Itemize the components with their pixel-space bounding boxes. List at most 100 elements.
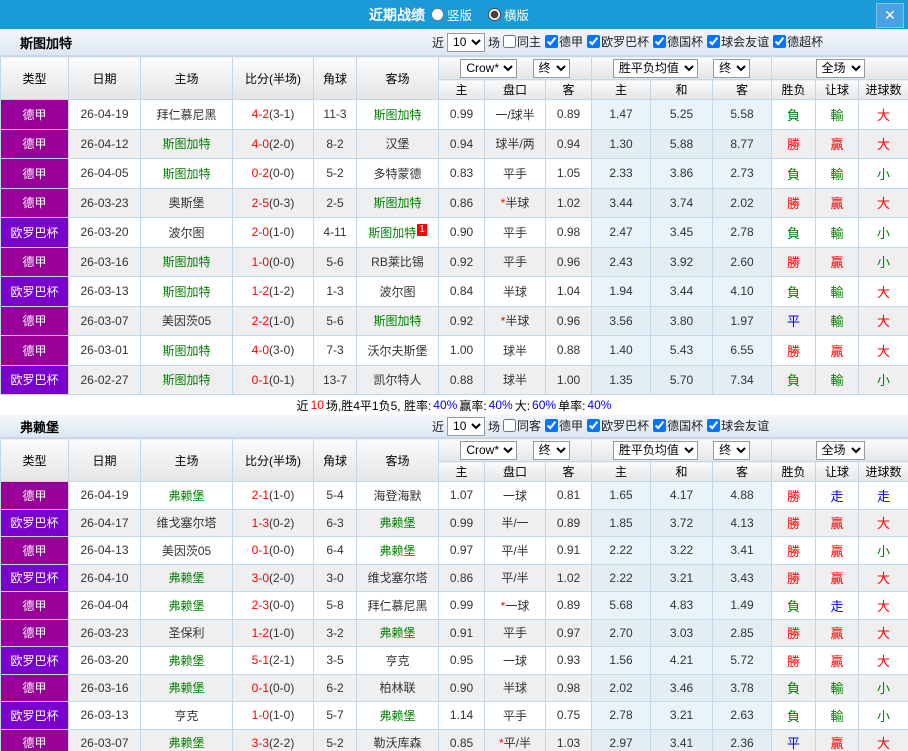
league-filter-checkbox[interactable] <box>545 419 559 432</box>
eu-away-odds: 5.58 <box>711 99 773 130</box>
col-type: 类型 <box>0 438 69 482</box>
away-team: 凯尔特人 <box>356 364 439 395</box>
recent-suffix-label: 场 <box>488 35 501 50</box>
asia-home-odds: 0.99 <box>438 508 485 537</box>
same-venue-checkbox[interactable] <box>503 35 517 48</box>
vertical-layout-radio-label[interactable]: 竖版 <box>425 5 472 24</box>
score: 0-2(0-0) <box>232 158 314 189</box>
scope-select[interactable]: 全场 <box>815 440 865 460</box>
score: 2-0(1-0) <box>232 217 314 248</box>
europe-odds-select[interactable]: 胜平负均值 <box>612 58 698 78</box>
result-winlose: 勝 <box>771 646 817 675</box>
same-venue-checkbox-label[interactable]: 同客 <box>500 417 541 434</box>
league-filter-checkbox[interactable] <box>653 419 667 432</box>
league-filter-checkbox-label[interactable]: 欧罗巴杯 <box>584 417 649 434</box>
match-row: 德甲 26-04-19 弗赖堡 2-1(1-0) 5-4 海登海默 1.07 一球 0.81 1.… <box>0 481 908 510</box>
card-badge: 1 <box>417 223 427 236</box>
league-badge: 德甲 <box>0 246 69 277</box>
summary-text: 单率: <box>558 398 586 413</box>
eu-away-odds: 3.78 <box>711 673 773 702</box>
score: 3-0(2-0) <box>232 563 314 592</box>
league-filter-checkbox-label[interactable]: 德甲 <box>542 417 583 434</box>
asia-home-odds: 0.99 <box>438 99 485 130</box>
eu-home-odds: 2.78 <box>591 701 651 730</box>
stuttgart-rows: 德甲 26-04-19 拜仁慕尼黑 4-2(3-1) 11-3 斯图加特 0.99 一/球半 0… <box>0 99 908 395</box>
checkbox-label: 同客 <box>517 419 542 433</box>
asia-odds-group: Crow* 终 <box>438 56 592 80</box>
recent-count-select[interactable]: 10 <box>447 32 486 52</box>
horizontal-layout-radio-label[interactable]: 横版 <box>482 5 529 24</box>
match-row: 德甲 26-04-19 拜仁慕尼黑 4-2(3-1) 11-3 斯图加特 0.99 一/球半 0… <box>0 99 908 130</box>
final-odds-select-2[interactable]: 终 <box>713 58 751 78</box>
scope-select[interactable]: 全场 <box>815 58 865 78</box>
asia-home-odds: 0.92 <box>438 246 485 277</box>
handicap: 平手 <box>484 158 546 189</box>
horizontal-layout-radio[interactable] <box>488 8 501 21</box>
final-odds-select-2[interactable]: 终 <box>713 440 751 460</box>
league-filter-checkbox-label[interactable]: 欧罗巴杯 <box>584 33 649 50</box>
europe-odds-group: 胜平负均值 终 <box>590 438 773 462</box>
score: 0-1(0-1) <box>232 364 314 395</box>
match-row: 德甲 26-04-05 斯图加特 0-2(0-0) 5-2 多特蒙德 0.83 平手 1.05 2… <box>0 158 908 189</box>
europe-odds-select[interactable]: 胜平负均值 <box>612 440 698 460</box>
league-filter-checkbox[interactable] <box>587 35 601 48</box>
eu-home-odds: 1.30 <box>591 128 651 159</box>
league-filter-checkbox[interactable] <box>773 35 787 48</box>
summary-text: 60% <box>532 398 557 412</box>
eu-away-odds: 2.63 <box>711 701 773 730</box>
score: 1-2(1-0) <box>232 618 314 647</box>
eu-away-odds: 2.78 <box>711 217 773 248</box>
match-row: 欧罗巴杯 26-03-20 弗赖堡 5-1(2-1) 3-5 亨克 0.95 一球 0.93 1.… <box>0 646 908 675</box>
match-row: 德甲 26-04-12 斯图加特 4-0(2-0) 8-2 汉堡 0.94 球半/两 0.94 1… <box>0 128 908 159</box>
league-filter-checkbox-label[interactable]: 德国杯 <box>650 417 703 434</box>
section-bar-freiburg: 弗赖堡 近 10 场 同客 德甲 欧罗巴杯 德国杯 球会友谊 <box>0 415 908 438</box>
col-home: 主场 <box>140 438 233 482</box>
same-venue-checkbox-label[interactable]: 同主 <box>500 33 541 50</box>
home-team: 弗赖堡 <box>140 673 233 702</box>
result-winlose: 勝 <box>771 536 817 565</box>
match-date: 26-04-19 <box>68 481 141 510</box>
vertical-layout-radio[interactable] <box>430 8 444 21</box>
home-team: 美因茨05 <box>140 536 233 565</box>
result-goals: 大 <box>858 563 908 592</box>
corners: 6-4 <box>313 536 357 565</box>
score: 0-1(0-0) <box>232 536 314 565</box>
result-handicap: 輸 <box>815 305 860 336</box>
league-filter-checkbox-label[interactable]: 球会友谊 <box>704 417 769 434</box>
handicap: 球半/两 <box>484 128 546 159</box>
league-filter-checkbox-label[interactable]: 德甲 <box>542 33 583 50</box>
bookmaker-select[interactable]: Crow* <box>460 58 518 78</box>
asia-away-odds: 1.02 <box>545 187 592 218</box>
handicap: 平/半 <box>484 563 546 592</box>
col-result-handicap: 让球 <box>815 79 860 100</box>
league-filter-checkbox[interactable] <box>545 35 559 48</box>
asia-away-odds: 0.89 <box>545 508 592 537</box>
result-winlose: 負 <box>771 217 817 248</box>
match-date: 26-03-07 <box>68 728 141 751</box>
league-filter-checkbox-label[interactable]: 球会友谊 <box>704 33 769 50</box>
league-filter-checkbox[interactable] <box>587 419 601 432</box>
final-odds-select[interactable]: 终 <box>532 440 570 460</box>
summary-text: 40% <box>433 398 458 412</box>
league-filter-checkbox[interactable] <box>653 35 667 48</box>
score: 4-0(3-0) <box>232 335 314 366</box>
league-filter-checkbox-label[interactable]: 德国杯 <box>650 33 703 50</box>
recent-count-select[interactable]: 10 <box>447 416 486 436</box>
home-team: 斯图加特 <box>140 364 233 395</box>
league-badge: 德甲 <box>0 536 69 565</box>
corners: 5-2 <box>313 728 357 751</box>
score: 1-0(0-0) <box>232 246 314 277</box>
league-filter-checkbox-label[interactable]: 德超杯 <box>770 33 823 50</box>
recent-results-dialog: 近期战绩 竖版 横版 ✕ 斯图加特 近 10 场 同主 德甲 欧罗巴杯 德国杯 球会友谊… <box>0 0 908 751</box>
league-filter-checkbox[interactable] <box>707 35 721 48</box>
eu-draw-odds: 3.21 <box>650 701 713 730</box>
final-odds-select[interactable]: 终 <box>532 58 570 78</box>
league-filter-checkbox[interactable] <box>707 419 721 432</box>
result-goals: 走 <box>858 481 908 510</box>
result-winlose: 平 <box>771 728 817 751</box>
asia-away-odds: 0.88 <box>545 335 592 366</box>
bookmaker-select[interactable]: Crow* <box>460 440 518 460</box>
eu-home-odds: 3.44 <box>591 187 651 218</box>
same-venue-checkbox[interactable] <box>503 419 517 432</box>
close-icon[interactable]: ✕ <box>876 3 904 28</box>
